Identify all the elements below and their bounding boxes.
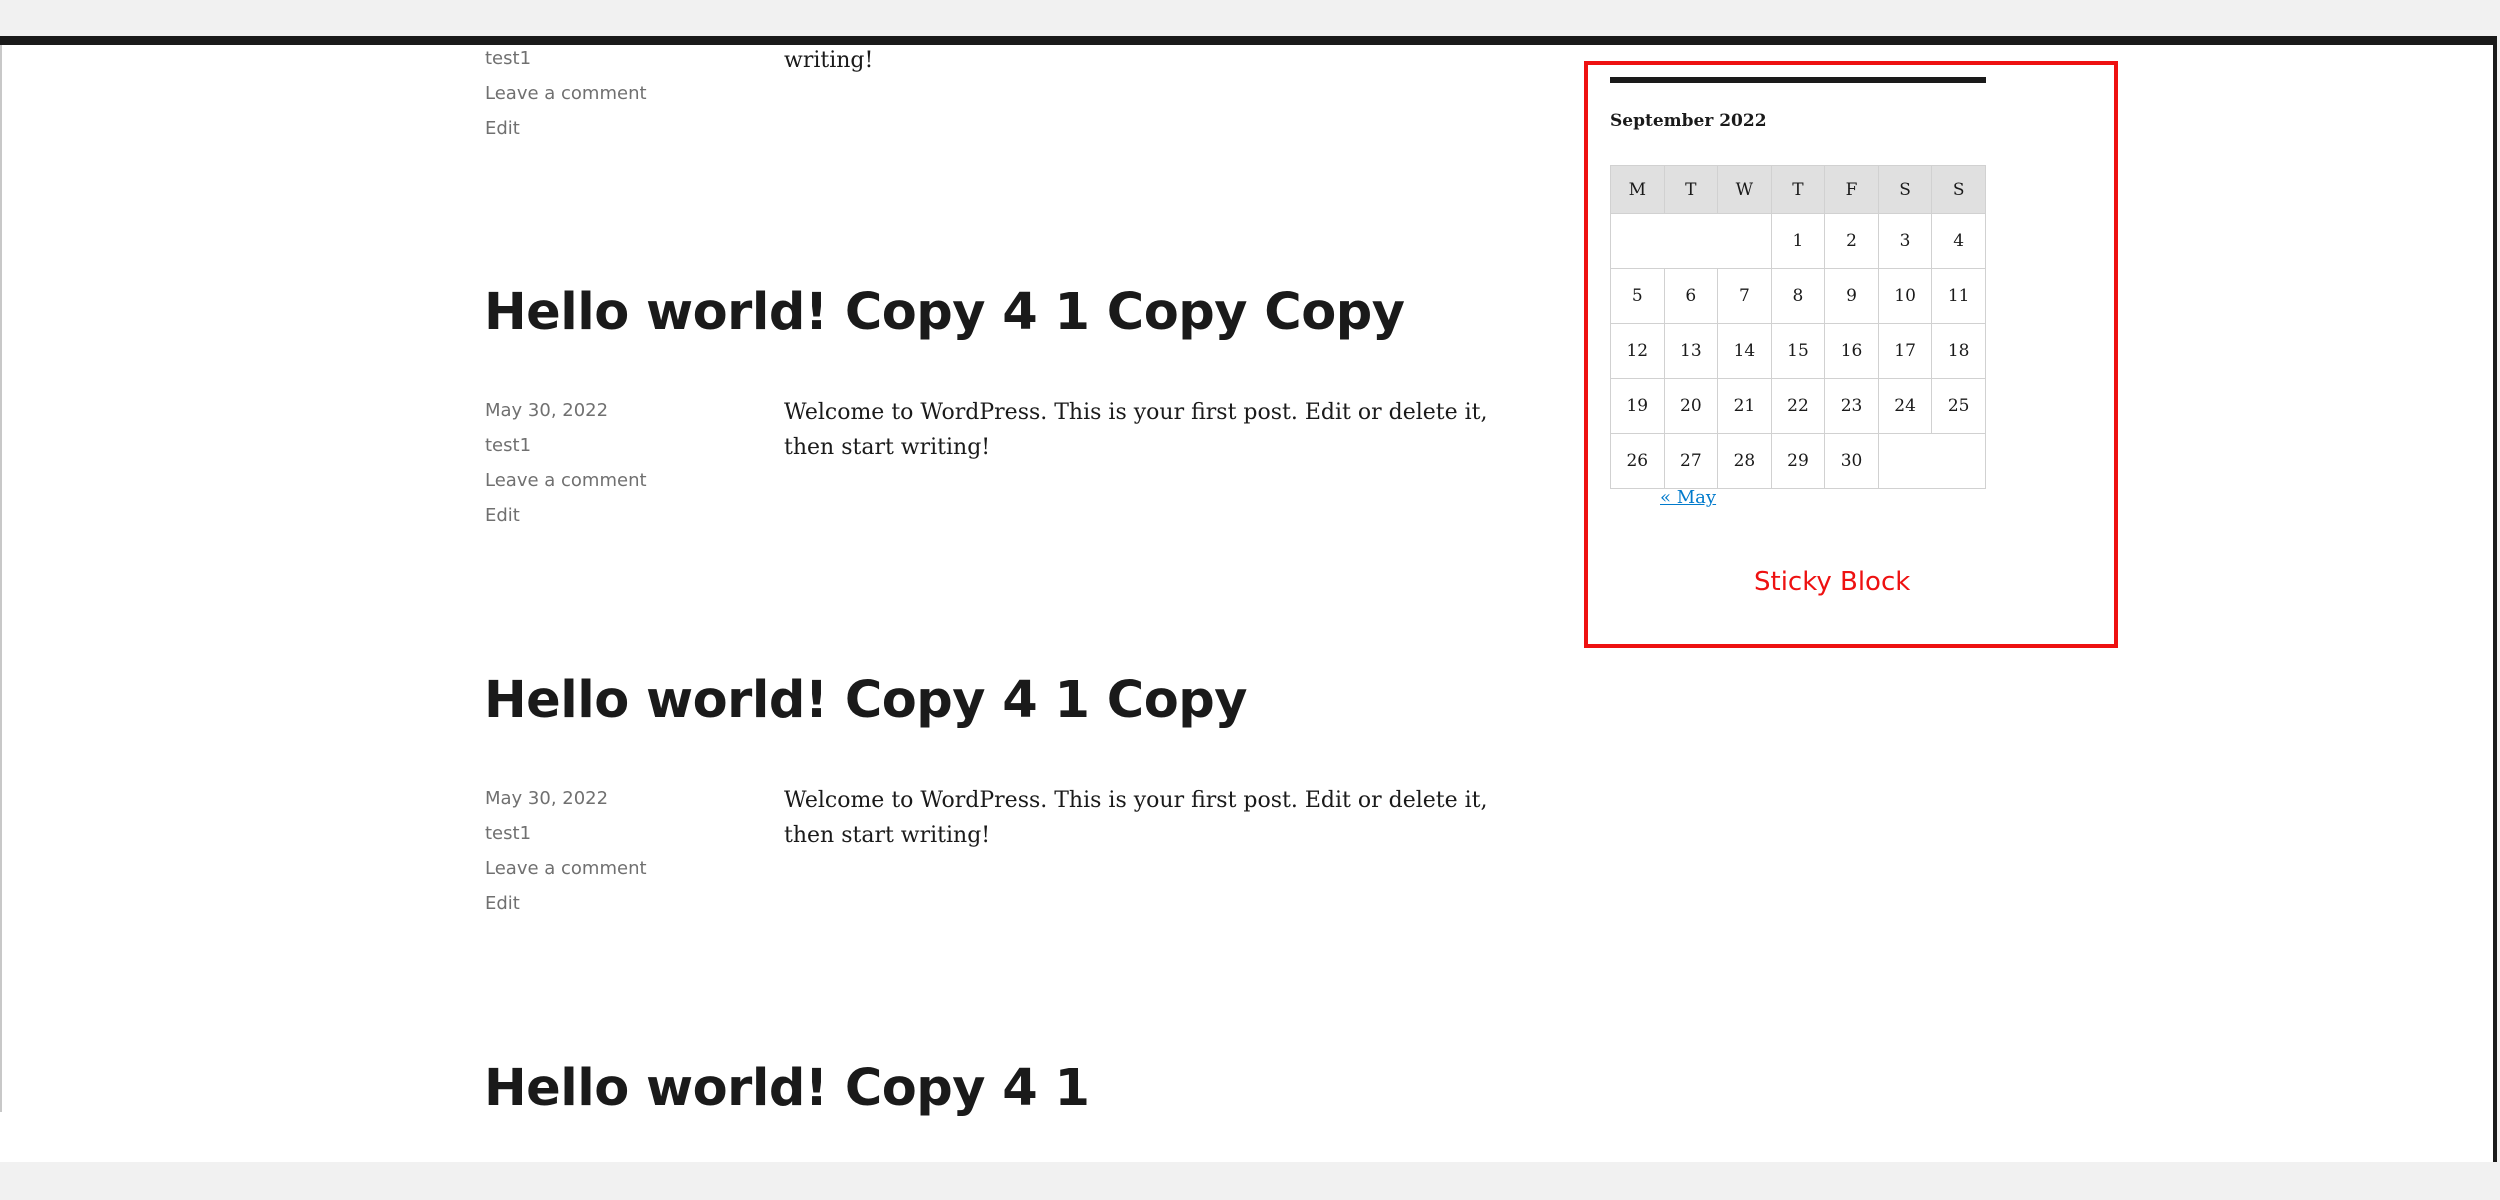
weekday-header: T: [1770, 165, 1826, 214]
weekday-header: S: [1931, 165, 1986, 214]
weekday-header: M: [1610, 165, 1665, 214]
weekday-header: T: [1663, 165, 1719, 214]
sticky-block-label: Sticky Block: [1754, 567, 1911, 597]
post-excerpt: writing!: [784, 48, 874, 73]
post-comment-link[interactable]: Leave a comment: [485, 858, 647, 880]
weekday-header: S: [1877, 165, 1933, 214]
calendar-day: 13: [1663, 323, 1719, 379]
calendar-day: 2: [1824, 213, 1879, 269]
post-comment-link[interactable]: Leave a comment: [485, 83, 647, 105]
calendar-day: 25: [1931, 378, 1986, 434]
calendar-day: 1: [1770, 213, 1826, 269]
calendar-day: 19: [1610, 378, 1665, 434]
calendar-day: 28: [1717, 433, 1772, 489]
calendar-day: 29: [1770, 433, 1826, 489]
calendar-caption: September 2022: [1610, 111, 1767, 131]
calendar-pad-cell: [1610, 213, 1772, 269]
calendar-week-row: 1 2 3 4: [1610, 213, 1986, 269]
calendar-day: 12: [1610, 323, 1665, 379]
post-title-link[interactable]: Hello world! Copy 4 1 Copy Copy: [484, 283, 1405, 343]
calendar-week-row: 26 27 28 29 30: [1610, 433, 1987, 489]
calendar-day: 7: [1717, 268, 1772, 324]
post-edit-link[interactable]: Edit: [485, 505, 520, 527]
post-excerpt: Welcome to WordPress. This is your first…: [784, 400, 1488, 460]
widget-top-rule: [1610, 77, 1986, 83]
calendar-day: 18: [1931, 323, 1986, 379]
post-author-link[interactable]: test1: [485, 823, 531, 845]
calendar-day: 4: [1931, 213, 1986, 269]
post-title-link[interactable]: Hello world! Copy 4 1: [484, 1059, 1090, 1119]
calendar-prev-month-link[interactable]: « May: [1660, 487, 1716, 508]
calendar-day: 6: [1663, 268, 1719, 324]
calendar-weekday-row: M T W T F S S: [1610, 165, 1986, 214]
calendar-day: 26: [1610, 433, 1665, 489]
calendar-day: 11: [1931, 268, 1986, 324]
post-author-link[interactable]: test1: [485, 48, 531, 70]
post-edit-link[interactable]: Edit: [485, 893, 520, 915]
calendar-day: 9: [1824, 268, 1879, 324]
calendar-day: 3: [1877, 213, 1933, 269]
calendar-day: 23: [1824, 378, 1879, 434]
calendar-day: 22: [1770, 378, 1826, 434]
calendar-week-row: 12 13 14 15 16 17 18: [1610, 323, 1986, 379]
weekday-header: F: [1824, 165, 1879, 214]
calendar-day: 30: [1824, 433, 1879, 489]
calendar-week-row: 5 6 7 8 9 10 11: [1610, 268, 1986, 324]
calendar-day: 8: [1770, 268, 1826, 324]
post-title-link[interactable]: Hello world! Copy 4 1 Copy: [484, 671, 1248, 731]
calendar-day: 16: [1824, 323, 1879, 379]
calendar-day: 27: [1663, 433, 1719, 489]
calendar-pad-cell: [1877, 433, 1987, 489]
calendar-day: 20: [1663, 378, 1719, 434]
post-author-link[interactable]: test1: [485, 435, 531, 457]
weekday-header: W: [1717, 165, 1772, 214]
page-frame: [0, 36, 2497, 1162]
calendar-day: 24: [1877, 378, 1933, 434]
post-date-link[interactable]: May 30, 2022: [485, 788, 608, 810]
post-edit-link[interactable]: Edit: [485, 118, 520, 140]
frame-left-border: [0, 45, 2, 1112]
calendar-week-row: 19 20 21 22 23 24 25: [1610, 378, 1986, 434]
calendar-day: 17: [1877, 323, 1933, 379]
calendar-day: 5: [1610, 268, 1665, 324]
calendar-table: M T W T F S S 1 2 3 4 5 6 7 8 9 10 11 12…: [1610, 165, 1987, 489]
post-comment-link[interactable]: Leave a comment: [485, 470, 647, 492]
calendar-day: 15: [1770, 323, 1826, 379]
calendar-day: 14: [1717, 323, 1772, 379]
post-excerpt: Welcome to WordPress. This is your first…: [784, 788, 1488, 848]
calendar-day: 10: [1877, 268, 1933, 324]
post-date-link[interactable]: May 30, 2022: [485, 400, 608, 422]
calendar-day: 21: [1717, 378, 1772, 434]
